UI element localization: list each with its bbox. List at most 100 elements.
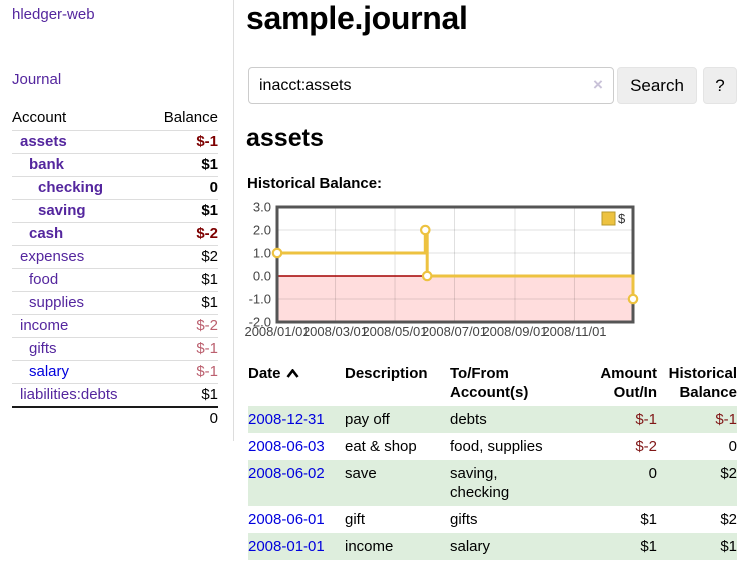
account-link[interactable]: income — [20, 317, 68, 334]
transaction-date-link[interactable]: 2008-01-01 — [248, 538, 325, 555]
register-amount-cell: 0 — [565, 460, 657, 506]
brand-link[interactable]: hledger-web — [12, 6, 95, 23]
account-name-cell: saving — [12, 200, 140, 223]
register-balance-cell: $2 — [657, 460, 737, 506]
x-tick-label: 2008/09/01 — [482, 324, 547, 339]
account-name-cell: cash — [12, 223, 140, 246]
register-balance-cell: $2 — [657, 506, 737, 533]
search-input[interactable] — [248, 67, 614, 104]
account-heading: assets — [246, 124, 324, 153]
x-tick-label: 2008/07/01 — [422, 324, 487, 339]
historical-balance-chart: 3.02.01.00.0-1.0-2.02008/01/012008/03/01… — [245, 198, 655, 348]
account-balance: $-2 — [140, 315, 218, 338]
account-name-cell: bank — [12, 154, 140, 177]
account-link[interactable]: gifts — [29, 340, 57, 357]
legend-label: $ — [618, 211, 626, 226]
register-header-date: Date — [248, 360, 345, 406]
y-tick-label: 0.0 — [253, 269, 271, 284]
y-tick-label: 2.0 — [253, 223, 271, 238]
data-point-marker — [421, 226, 429, 234]
data-point-marker — [423, 272, 431, 280]
account-name-cell: gifts — [12, 338, 140, 361]
y-tick-label: 3.0 — [253, 200, 271, 215]
sort-ascending-icon — [286, 369, 299, 378]
account-row: cash $-2 — [12, 223, 218, 246]
register-amount-cell: $-2 — [565, 433, 657, 460]
account-link[interactable]: saving — [38, 202, 86, 219]
clear-search-icon[interactable]: × — [593, 76, 603, 93]
account-link[interactable]: expenses — [20, 248, 84, 265]
account-balance: $-2 — [140, 223, 218, 246]
register-description-cell: gift — [345, 506, 450, 533]
account-row: checking 0 — [12, 177, 218, 200]
account-name-cell: supplies — [12, 292, 140, 315]
accounts-total-spacer — [12, 407, 140, 430]
register-account-cell: debts — [450, 406, 565, 433]
sort-by-date-link[interactable]: Date — [248, 365, 299, 382]
account-balance: $1 — [140, 384, 218, 408]
accounts-header-balance: Balance — [140, 106, 218, 131]
register-description-cell: income — [345, 533, 450, 560]
x-tick-label: 2008/03/01 — [303, 324, 368, 339]
account-balance: $1 — [140, 154, 218, 177]
account-link[interactable]: bank — [29, 156, 64, 173]
account-balance: $1 — [140, 292, 218, 315]
register-date-cell: 2008-06-01 — [248, 506, 345, 533]
x-tick-label: 2008/01/01 — [244, 324, 309, 339]
hledger-web-page: hledger-web Journal Account Balance asse… — [0, 0, 742, 582]
register-balance-cell: $-1 — [657, 406, 737, 433]
x-tick-label: 2008/05/01 — [362, 324, 427, 339]
search-button[interactable]: Search — [617, 67, 697, 104]
register-description-cell: eat & shop — [345, 433, 450, 460]
account-link[interactable]: salary — [29, 363, 69, 380]
accounts-header-row: Account Balance — [12, 106, 218, 131]
account-name-cell: salary — [12, 361, 140, 384]
register-row: 2008-06-01giftgifts$1$2 — [248, 506, 737, 533]
transaction-date-link[interactable]: 2008-06-01 — [248, 511, 325, 528]
register-date-cell: 2008-06-02 — [248, 460, 345, 506]
account-row: assets$-1 — [12, 131, 218, 154]
account-row: salary $-1 — [12, 361, 218, 384]
register-header-row: Date Description To/From Account(s) Amou… — [248, 360, 737, 406]
account-balance: $-1 — [140, 338, 218, 361]
register-amount-cell: $-1 — [565, 406, 657, 433]
register-row: 2008-06-03eat & shopfood, supplies$-20 — [248, 433, 737, 460]
account-name-cell: liabilities:debts — [12, 384, 140, 408]
account-name-cell: checking — [12, 177, 140, 200]
transaction-date-link[interactable]: 2008-12-31 — [248, 411, 325, 428]
legend-swatch — [602, 212, 615, 225]
register-amount-cell: $1 — [565, 533, 657, 560]
account-link[interactable]: checking — [38, 179, 103, 196]
register-balance-cell: 0 — [657, 433, 737, 460]
x-tick-label: 2008/11/01 — [542, 324, 606, 339]
account-name-cell: income — [12, 315, 140, 338]
account-row: supplies $1 — [12, 292, 218, 315]
register-account-cell: saving, checking — [450, 460, 565, 506]
account-name-cell: expenses — [12, 246, 140, 269]
register-account-cell: gifts — [450, 506, 565, 533]
account-name-cell: food — [12, 269, 140, 292]
account-link[interactable]: liabilities:debts — [20, 386, 118, 403]
register-header-date-label: Date — [248, 365, 281, 382]
register-date-cell: 2008-06-03 — [248, 433, 345, 460]
accounts-header-account: Account — [12, 106, 140, 131]
transaction-date-link[interactable]: 2008-06-03 — [248, 438, 325, 455]
help-button[interactable]: ? — [703, 67, 737, 104]
y-tick-label: -1.0 — [249, 292, 271, 307]
account-link[interactable]: food — [29, 271, 58, 288]
transaction-date-link[interactable]: 2008-06-02 — [248, 465, 325, 482]
chart-title: Historical Balance: — [247, 175, 382, 192]
register-description-cell: save — [345, 460, 450, 506]
register-balance-cell: $1 — [657, 533, 737, 560]
account-balance: $1 — [140, 200, 218, 223]
register-table: Date Description To/From Account(s) Amou… — [248, 360, 737, 560]
account-balance: 0 — [140, 177, 218, 200]
journal-link[interactable]: Journal — [12, 71, 61, 88]
account-link[interactable]: assets — [20, 133, 67, 150]
accounts-total-row: 0 — [12, 407, 218, 430]
account-link[interactable]: cash — [29, 225, 63, 242]
account-balance: $-1 — [140, 361, 218, 384]
account-row: food$1 — [12, 269, 218, 292]
register-header-description: Description — [345, 360, 450, 406]
account-link[interactable]: supplies — [29, 294, 84, 311]
